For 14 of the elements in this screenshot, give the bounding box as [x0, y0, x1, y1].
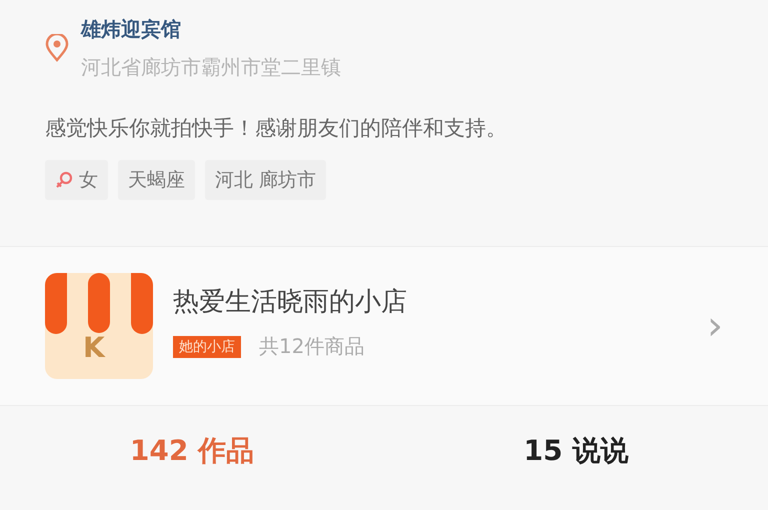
gender-label: 女 [79, 168, 98, 193]
shop-logo-drawing: K [45, 273, 153, 379]
tab[interactable]: 15 说说 [524, 432, 628, 470]
female-symbol-icon [55, 171, 73, 189]
bio-text: 感觉快乐你就拍快手！感谢朋友们的陪伴和支持。 [44, 115, 508, 142]
item-count: 共12件商品 [259, 333, 364, 360]
address-text: 河北省廊坊市霸州市堂二里镇 [81, 54, 341, 81]
location-pin-icon [45, 34, 69, 62]
tag-label: 天蝎座 [128, 168, 185, 193]
shop-badge: 她的小店 [173, 336, 241, 358]
shop-name: 热爱生活晓雨的小店 [173, 286, 408, 319]
place-name-link[interactable]: 雄炜迎宾馆 [81, 14, 341, 44]
tag-label: 河北 廊坊市 [215, 168, 316, 193]
shop-card[interactable]: K 热爱生活晓雨的小店 她的小店 共12件商品 › [0, 246, 768, 406]
